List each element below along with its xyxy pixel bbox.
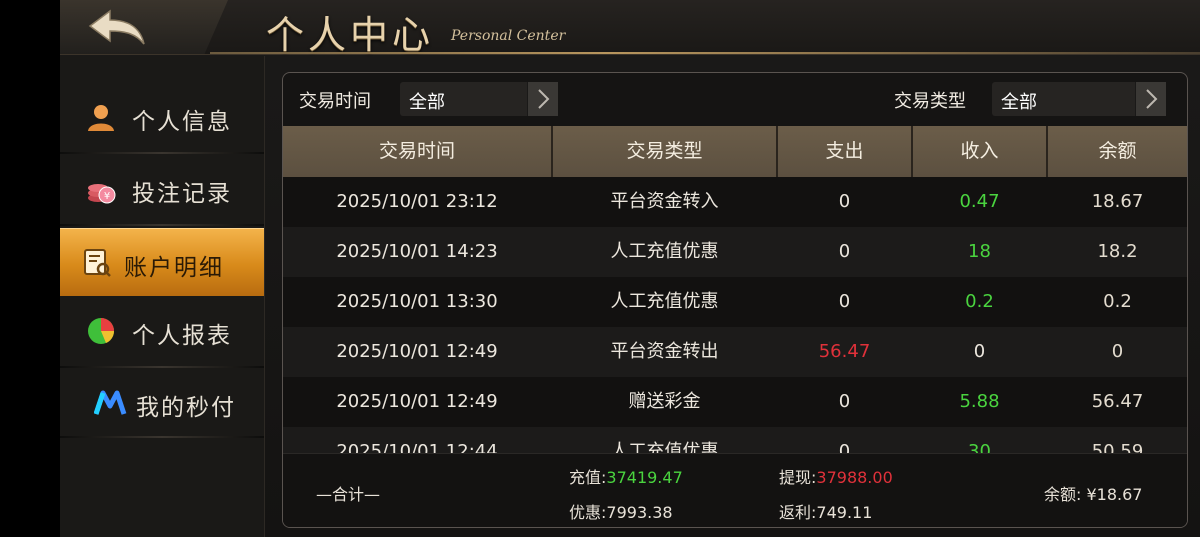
recharge-label: 充值: [569,468,607,487]
column-header-type: 交易类型 [553,126,778,177]
sidebar: 个人信息 ¥ 投注记录 账户明细 个人报表 我的秒付 [60,56,265,537]
discount-value: 7993.38 [606,503,673,522]
type-filter-value: 全部 [1001,92,1037,113]
balance-value: 18.67 [1096,485,1143,504]
sidebar-item-label: 我的秒付 [136,395,236,421]
sidebar-item-label: 投注记录 [132,181,232,207]
withdraw-label: 提现: [779,468,817,487]
column-header-time: 交易时间 [283,126,553,177]
sidebar-item-bet-records[interactable]: ¥ 投注记录 [60,154,264,222]
balance-label: 余额: ¥ [1044,485,1097,504]
sidebar-item-personal-info[interactable]: 个人信息 [60,82,264,150]
m-logo-icon [94,390,127,415]
totals-footer: —合计— 充值:37419.47 优惠:7993.38 提现:37988.00 … [283,453,1187,527]
table-row[interactable]: 2025/10/01 12:49 赠送彩金 0 5.88 56.47 [283,377,1187,427]
cell-time: 2025/10/01 14:23 [336,241,498,262]
withdraw-value: 37988.00 [816,468,893,487]
cell-type: 人工充值优惠 [610,241,719,262]
cell-expense: 0 [838,391,851,412]
pie-chart-icon [88,318,114,344]
page-title: 个人中心 [266,13,435,57]
header-bar: 个人中心 Personal Center [60,0,1200,57]
table-row[interactable]: 2025/10/01 23:12 平台资金转入 0 0.47 18.67 [283,177,1187,227]
time-filter-value: 全部 [409,92,445,113]
cell-type: 平台资金转出 [610,341,719,362]
table-row[interactable]: 2025/10/01 12:49 平台资金转出 56.47 0 0 [283,327,1187,377]
cell-income: 0.47 [959,191,1000,212]
cell-balance: 18.2 [1097,241,1138,262]
cell-expense: 0 [838,441,851,453]
cell-time: 2025/10/01 13:30 [336,291,498,312]
rebate-label: 返利: [779,503,817,522]
cell-expense: 0 [838,191,851,212]
type-filter-label: 交易类型 [894,91,966,112]
sidebar-item-account-details[interactable]: 账户明细 [60,228,264,296]
sidebar-item-my-instant-pay[interactable]: 我的秒付 [60,368,264,436]
cell-balance: 0.2 [1103,291,1132,312]
discount-label: 优惠: [569,503,607,522]
recharge-total: 充值:37419.47 [569,464,683,488]
page-subtitle: Personal Center [451,28,566,44]
cell-balance: 18.67 [1091,191,1144,212]
account-details-panel: 交易时间 全部 交易类型 全部 交易时间 交易类型 支出 收入 余额 2025/… [282,72,1188,528]
cell-time: 2025/10/01 12:49 [336,341,498,362]
account-search-icon [84,249,111,277]
cell-expense: 0 [838,291,851,312]
totals-label: —合计— [316,485,381,504]
table-row[interactable]: 2025/10/01 13:30 人工充值优惠 0 0.2 0.2 [283,277,1187,327]
personal-center-screen: 个人中心 Personal Center 个人信息 ¥ 投注记录 账户明细 个人… [60,0,1200,537]
rebate-total: 返利:749.11 [779,499,872,523]
table-body[interactable]: 2025/10/01 23:12 平台资金转入 0 0.47 18.67 202… [283,177,1187,453]
cell-type: 平台资金转入 [610,191,719,212]
withdraw-total: 提现:37988.00 [779,464,893,488]
sidebar-item-label: 个人报表 [132,323,232,349]
cell-balance: 0 [1111,341,1124,362]
cell-income: 5.88 [959,391,1000,412]
cell-balance: 56.47 [1091,391,1144,412]
table-row[interactable]: 2025/10/01 14:23 人工充值优惠 0 18 18.2 [283,227,1187,277]
table-header: 交易时间 交易类型 支出 收入 余额 [283,126,1187,177]
cell-time: 2025/10/01 12:49 [336,391,498,412]
chevron-right-icon [1135,82,1166,116]
cell-time: 2025/10/01 12:44 [336,441,498,453]
time-filter-label: 交易时间 [299,91,371,112]
cell-balance: 50.59 [1091,441,1144,453]
cell-time: 2025/10/01 23:12 [336,191,498,212]
user-icon [88,105,114,131]
rebate-value: 749.11 [816,503,873,522]
cell-income: 30 [968,441,991,453]
sidebar-item-personal-report[interactable]: 个人报表 [60,296,264,364]
table-row[interactable]: 2025/10/01 12:44 人工充值优惠 0 30 50.59 [283,427,1187,453]
balance-total: 余额: ¥18.67 [1044,481,1142,505]
cell-expense: 56.47 [818,341,871,362]
sidebar-item-label: 个人信息 [132,109,232,135]
sidebar-divider [60,224,264,226]
back-arrow-icon [88,9,145,45]
cell-income: 18 [968,241,991,262]
time-filter-select[interactable]: 全部 [400,82,558,116]
cell-income: 0 [973,341,986,362]
back-button[interactable] [60,0,228,54]
cell-type: 人工充值优惠 [610,291,719,312]
discount-total: 优惠:7993.38 [569,499,673,523]
recharge-value: 37419.47 [606,468,683,487]
column-header-income: 收入 [913,126,1048,177]
coins-icon: ¥ [88,184,116,204]
column-header-expense: 支出 [778,126,913,177]
column-header-balance: 余额 [1098,140,1137,162]
cell-type: 人工充值优惠 [610,441,719,453]
type-filter-select[interactable]: 全部 [992,82,1166,116]
cell-type: 赠送彩金 [628,391,701,412]
svg-text:¥: ¥ [104,191,110,202]
cell-income: 0.2 [965,291,994,312]
cell-expense: 0 [838,241,851,262]
sidebar-item-label: 账户明细 [124,255,224,281]
chevron-right-icon [527,82,558,116]
sidebar-divider [60,436,264,438]
header-divider [210,52,1200,54]
